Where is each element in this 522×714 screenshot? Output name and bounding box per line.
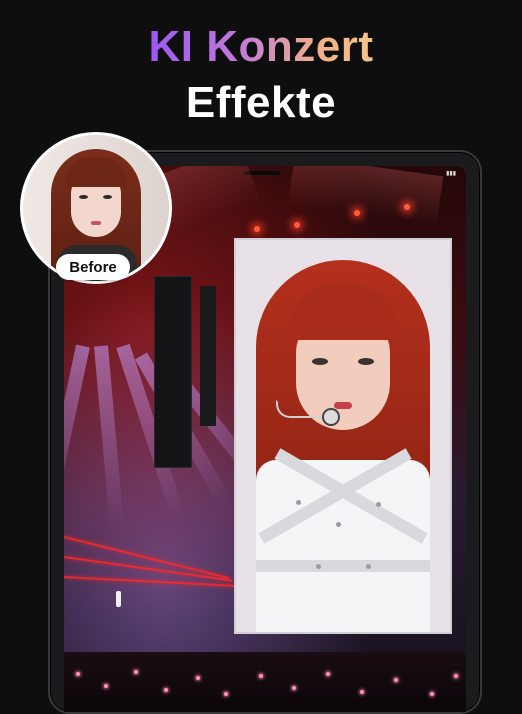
eye — [312, 358, 328, 365]
headset-mic — [322, 408, 340, 426]
headline-line2: Effekte — [185, 78, 337, 127]
lightstick — [430, 692, 434, 696]
speaker-stack — [200, 286, 216, 426]
lightstick — [104, 684, 108, 688]
lightstick — [164, 688, 168, 692]
speaker-stack — [154, 276, 192, 468]
jewel — [376, 502, 381, 507]
jewel — [366, 564, 371, 569]
before-eye — [103, 195, 112, 199]
lightstick — [360, 690, 364, 694]
headline-line1: KI Konzert — [0, 22, 522, 72]
performer — [116, 591, 121, 607]
after-portrait — [236, 240, 450, 632]
lightstick — [454, 674, 458, 678]
before-eye — [79, 195, 88, 199]
before-lips — [91, 221, 101, 225]
light-beam — [287, 166, 444, 226]
outfit-strap — [256, 560, 430, 572]
jewel — [296, 500, 301, 505]
jewel — [316, 564, 321, 569]
jewel — [336, 522, 341, 527]
lightstick — [259, 674, 263, 678]
laser-beam — [64, 536, 230, 580]
lightstick — [196, 676, 200, 680]
headline-gradient-text: KI Konzert — [148, 22, 374, 71]
light-beam — [94, 345, 124, 526]
lightstick — [394, 678, 398, 682]
lightstick — [134, 670, 138, 674]
status-bar: ▮▮▮ — [446, 171, 456, 177]
lightstick — [326, 672, 330, 676]
eye — [358, 358, 374, 365]
lightstick — [224, 692, 228, 696]
stage-outfit — [256, 448, 430, 632]
stage-light — [294, 222, 300, 228]
stage-light — [254, 226, 260, 232]
lightstick — [292, 686, 296, 690]
light-beam — [64, 344, 90, 524]
lips — [334, 402, 352, 409]
big-screen — [234, 238, 452, 634]
crowd — [64, 652, 466, 712]
before-label: Before — [56, 254, 130, 280]
lightstick — [76, 672, 80, 676]
